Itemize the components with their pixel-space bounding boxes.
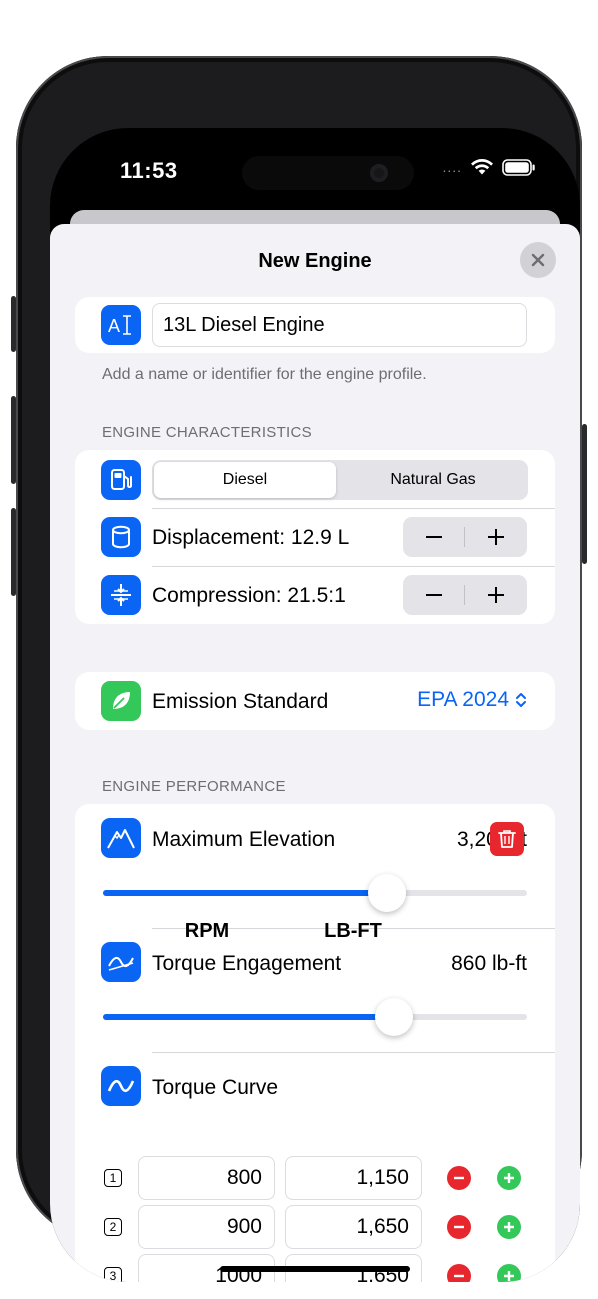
cylinder-icon xyxy=(101,517,141,557)
wifi-icon xyxy=(471,159,493,175)
text-format-icon: A xyxy=(101,305,141,345)
chevron-up-down-icon xyxy=(516,693,526,707)
engine-name-input[interactable] xyxy=(152,303,527,347)
power-button xyxy=(582,424,587,564)
slider-thumb[interactable] xyxy=(368,874,407,912)
performance-header: ENGINE PERFORMANCE xyxy=(102,778,286,795)
compression-stepper xyxy=(403,575,527,615)
emission-label: Emission Standard xyxy=(152,690,329,713)
close-button[interactable] xyxy=(520,242,556,278)
minus-icon xyxy=(426,536,442,538)
minus-icon xyxy=(454,1274,464,1278)
max-elevation-label: Maximum Elevation xyxy=(152,828,336,851)
cellular-dots-icon: .... xyxy=(442,159,462,175)
fuel-pump-icon xyxy=(101,460,141,500)
svg-text:A: A xyxy=(108,316,120,336)
front-camera xyxy=(370,164,388,182)
close-icon xyxy=(531,253,545,267)
displacement-stepper xyxy=(403,517,527,557)
rpm-field[interactable]: 800 xyxy=(138,1156,275,1200)
plus-icon xyxy=(504,1173,514,1183)
action-button xyxy=(11,296,16,352)
characteristics-card: Diesel Natural Gas Displacement: 12.9 L xyxy=(75,450,555,624)
torque-curve-label: Torque Curve xyxy=(152,1076,279,1099)
max-elevation-slider[interactable] xyxy=(103,874,527,912)
status-icons: .... xyxy=(442,158,536,176)
plus-icon xyxy=(504,1271,514,1281)
plus-icon xyxy=(488,587,504,603)
row-index-badge: 2 xyxy=(104,1218,122,1236)
minus-icon xyxy=(454,1225,464,1229)
volume-down-button xyxy=(11,508,16,596)
torque-curve-icon xyxy=(101,1066,141,1106)
characteristics-header: ENGINE CHARACTERISTICS xyxy=(102,424,312,441)
lbft-field[interactable]: 1,650 xyxy=(285,1205,422,1249)
compression-icon xyxy=(101,575,141,615)
torque-wave-icon xyxy=(101,942,141,982)
add-row-button[interactable] xyxy=(497,1264,521,1282)
fuel-option-diesel[interactable]: Diesel xyxy=(154,462,336,498)
torque-engagement-label: Torque Engagement xyxy=(152,952,342,975)
rpm-column-header: RPM xyxy=(184,920,230,942)
separator xyxy=(152,508,555,509)
performance-card: Maximum Elevation 3,200 ft Torque Engage… xyxy=(75,804,555,1282)
slider-fill xyxy=(103,890,388,896)
plus-icon xyxy=(504,1222,514,1232)
row-index-badge: 3 xyxy=(104,1267,122,1282)
screen: 11:53 .... New Engine A 13L Diesel Engin… xyxy=(50,128,580,1282)
phone-frame: 11:53 .... New Engine A 13L Diesel Engin… xyxy=(11,56,587,1282)
separator xyxy=(152,566,555,567)
displacement-label: Displacement: 12.9 L xyxy=(152,526,350,549)
emission-value: EPA 2024 xyxy=(417,688,509,711)
rpm-field[interactable]: 900 xyxy=(138,1205,275,1249)
plus-icon xyxy=(488,529,504,545)
delete-curve-button[interactable] xyxy=(490,822,524,856)
slider-fill xyxy=(103,1014,395,1020)
lbft-field[interactable]: 1,150 xyxy=(285,1156,422,1200)
minus-icon xyxy=(426,594,442,596)
fuel-option-natural-gas[interactable]: Natural Gas xyxy=(340,460,526,500)
leaf-icon xyxy=(101,681,141,721)
torque-engagement-slider[interactable] xyxy=(103,998,527,1036)
displacement-increment-button[interactable] xyxy=(465,517,527,557)
new-engine-sheet: New Engine A Add a name or identifier fo… xyxy=(50,224,580,1282)
add-row-button[interactable] xyxy=(497,1215,521,1239)
home-indicator xyxy=(220,1266,410,1272)
lbft-column-header: LB-FT xyxy=(324,920,382,942)
remove-row-button[interactable] xyxy=(447,1215,471,1239)
name-card: A xyxy=(75,297,555,353)
sheet-title: New Engine xyxy=(258,250,372,272)
minus-icon xyxy=(454,1176,464,1180)
torque-engagement-value: 860 lb-ft xyxy=(451,952,527,975)
add-row-button[interactable] xyxy=(497,1166,521,1190)
remove-row-button[interactable] xyxy=(447,1166,471,1190)
name-footer: Add a name or identifier for the engine … xyxy=(102,366,427,383)
row-index-badge: 1 xyxy=(104,1169,122,1187)
trash-icon xyxy=(498,830,516,848)
emission-picker[interactable]: EPA 2024 xyxy=(417,688,527,712)
mountain-icon xyxy=(101,818,141,858)
separator xyxy=(152,1052,555,1053)
fuel-type-control: Diesel Natural Gas xyxy=(152,460,528,500)
dynamic-island xyxy=(242,156,414,190)
compression-label: Compression: 21.5:1 xyxy=(152,584,346,607)
compression-increment-button[interactable] xyxy=(465,575,527,615)
remove-row-button[interactable] xyxy=(447,1264,471,1282)
slider-thumb[interactable] xyxy=(375,998,414,1036)
volume-up-button xyxy=(11,396,16,484)
status-time: 11:53 xyxy=(120,158,178,183)
displacement-decrement-button[interactable] xyxy=(403,517,465,557)
compression-decrement-button[interactable] xyxy=(403,575,465,615)
emission-card[interactable]: Emission Standard EPA 2024 xyxy=(75,672,555,730)
battery-icon xyxy=(502,158,535,176)
